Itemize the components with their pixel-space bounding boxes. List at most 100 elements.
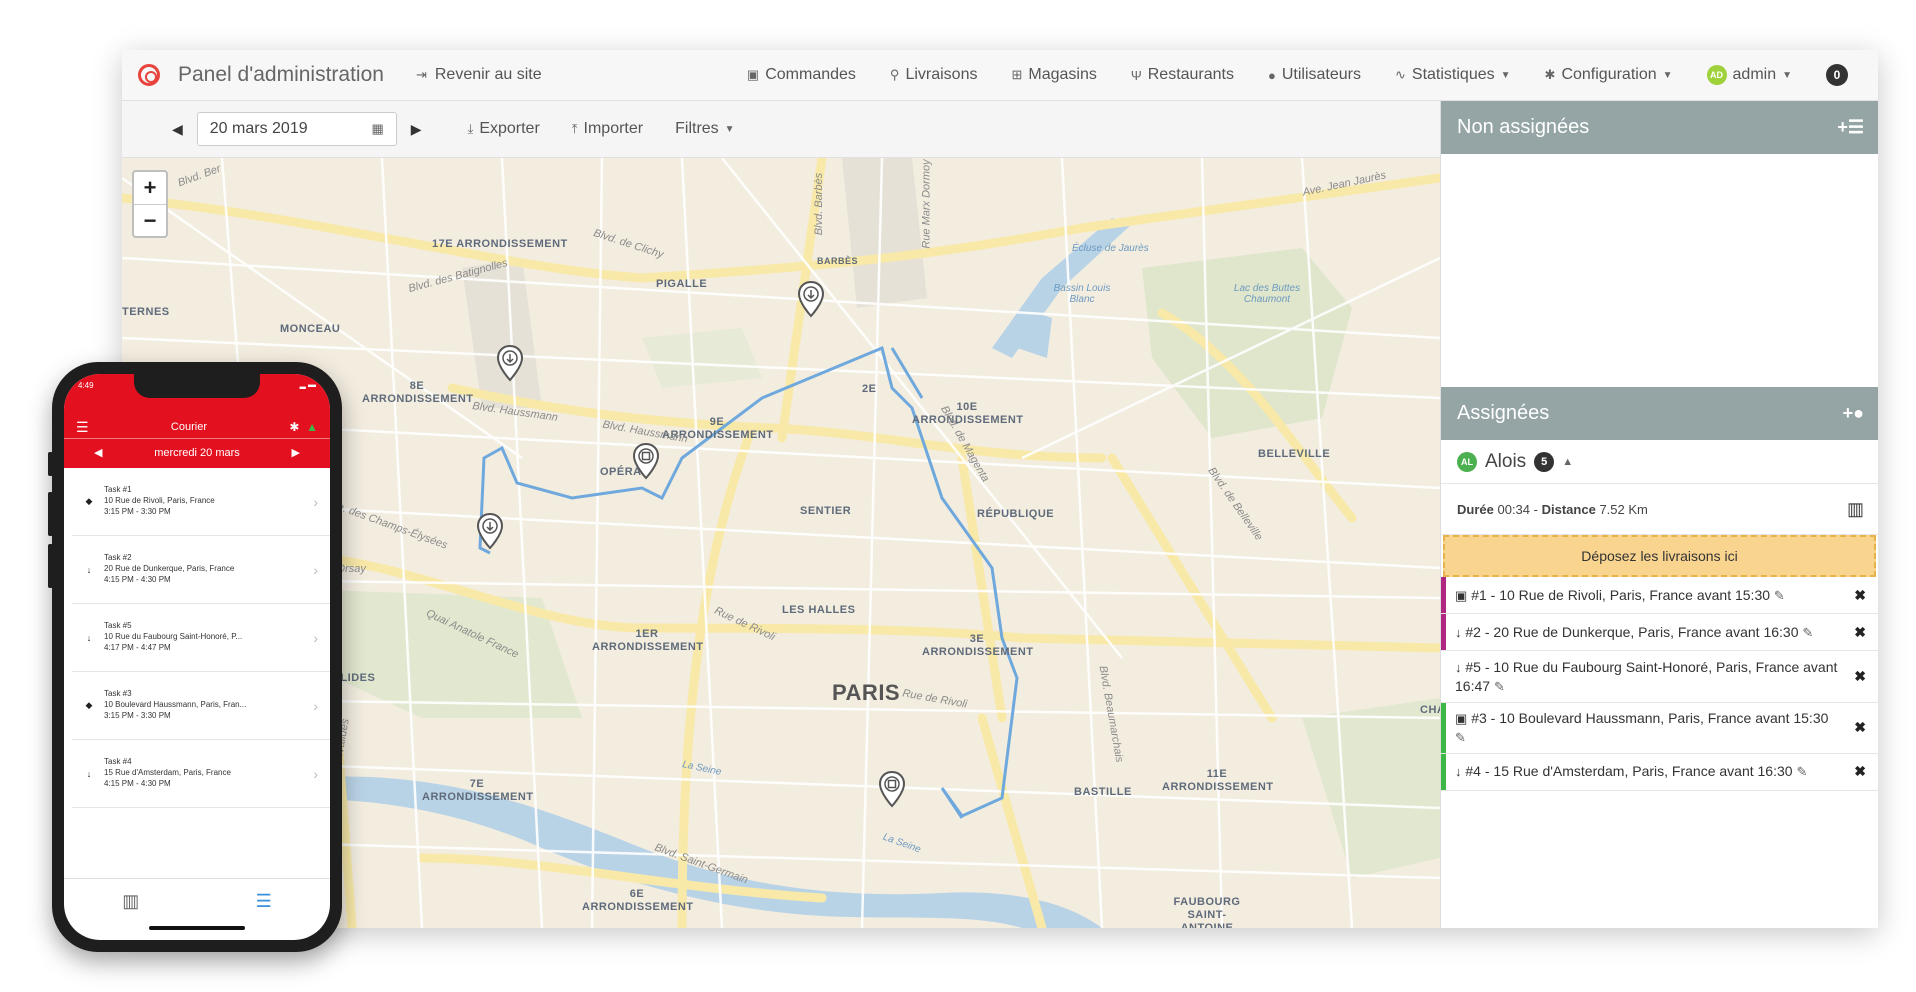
back-to-site-link[interactable]: ⇥ Revenir au site [416, 66, 542, 84]
nav-item-statistiques[interactable]: ∿ Statistiques ▼ [1395, 66, 1511, 84]
place-label: BASTILLE [1074, 786, 1132, 798]
list-item[interactable]: ↓ Task #4 15 Rue d'Amsterdam, Paris, Fra… [72, 740, 330, 808]
prev-day-icon[interactable]: ◀ [94, 446, 102, 459]
pencil-icon[interactable]: ✎ [1494, 678, 1505, 696]
task-row[interactable]: ↓ #4 - 15 Rue d'Amsterdam, Paris, France… [1441, 753, 1878, 791]
task-row[interactable]: ▣ #3 - 10 Boulevard Haussmann, Paris, Fr… [1441, 703, 1878, 754]
user-menu[interactable]: AD admin ▼ [1706, 65, 1792, 85]
remove-task-icon[interactable]: ✖ [1854, 762, 1866, 781]
task-time: 4:15 PM - 4:30 PM [104, 574, 171, 584]
filters-dropdown[interactable]: Filtres ▼ [675, 120, 734, 138]
unassigned-title: Non assignées [1457, 116, 1590, 138]
caret-up-icon[interactable]: ▲ [1562, 456, 1573, 468]
battery-icon: ▂ ▬ [299, 380, 316, 389]
nav-item-magasins[interactable]: ⊞ Magasins [1011, 66, 1096, 84]
caret-down-icon: ▼ [1500, 69, 1511, 81]
back-to-site-label: Revenir au site [434, 66, 542, 83]
task-row[interactable]: ▣ #1 - 10 Rue de Rivoli, Paris, France a… [1441, 577, 1878, 614]
pencil-icon[interactable]: ✎ [1774, 587, 1785, 605]
task-title: Task #2 [104, 553, 132, 563]
remove-task-icon[interactable]: ✖ [1854, 623, 1866, 642]
remove-task-icon[interactable]: ✖ [1854, 718, 1866, 737]
nav-item-utilisateurs[interactable]: ● Utilisateurs [1268, 66, 1361, 84]
arrow-down-icon: ↓ [1455, 764, 1462, 780]
list-item[interactable]: ↓ Task #5 10 Rue du Faubourg Saint-Honor… [72, 604, 330, 672]
pencil-icon[interactable]: ✎ [1796, 763, 1807, 781]
remove-task-icon[interactable]: ✖ [1854, 586, 1866, 605]
district-label: 3E ARRONDISSEMENT [922, 633, 1034, 659]
nav-item-label: Magasins [1028, 66, 1097, 83]
task-time: 3:15 PM - 3:30 PM [104, 710, 171, 720]
place-label: BELLEVILLE [1258, 448, 1331, 460]
task-label: #4 - 15 Rue d'Amsterdam, Paris, France a… [1465, 763, 1793, 780]
filters-label: Filtres [675, 120, 719, 137]
unassigned-list[interactable] [1441, 154, 1878, 387]
place-label: MONCEAU [280, 323, 341, 335]
stats-separator: - [1533, 501, 1538, 517]
prev-day-icon[interactable]: ◀ [158, 121, 197, 138]
drop-zone[interactable]: Déposez les livraisons ici [1443, 535, 1876, 577]
task-label: #1 - 10 Rue de Rivoli, Paris, France ava… [1471, 586, 1771, 603]
zoom-in-button[interactable]: + [134, 172, 166, 204]
place-label: FAUBOURG SAINT-ANTOINE [1173, 896, 1241, 928]
brand[interactable]: Panel d'administration [122, 63, 384, 87]
tasks-panel: Non assignées +☰ Assignées +● AL Alois 5… [1440, 101, 1878, 928]
avatar: AD [1706, 65, 1727, 85]
sign-out-icon: ⇥ [415, 67, 427, 82]
nav-item-restaurants[interactable]: Ψ Restaurants [1131, 66, 1234, 84]
export-button[interactable]: ⤓ Exporter [468, 120, 540, 138]
list-item[interactable]: ◆ Task #1 10 Rue de Rivoli, Paris, Franc… [72, 468, 330, 536]
map-icon[interactable]: ▥ [1847, 499, 1864, 520]
date-value: 20 mars 2019 [209, 120, 308, 137]
water-label: Écluse de Jaurès [1072, 243, 1149, 254]
nav-item-configuration[interactable]: ✱ Configuration ▼ [1545, 66, 1673, 84]
pencil-icon[interactable]: ✎ [1802, 624, 1813, 642]
phone-tab-bar: ▥ ☰ [64, 878, 330, 940]
cube-icon: ▣ [1455, 711, 1468, 726]
chevron-right-icon: › [313, 561, 318, 578]
menu-icon[interactable]: ☰ [76, 419, 89, 436]
courier-row[interactable]: AL Alois 5 ▲ [1441, 440, 1878, 484]
gear-icon[interactable]: ✱ [289, 420, 299, 434]
list-item[interactable]: ↓ Task #2 20 Rue de Dunkerque, Paris, Fr… [72, 536, 330, 604]
import-button[interactable]: ⤒ Importer [572, 120, 643, 138]
bicycle-icon: ⚲ [889, 67, 900, 82]
dropoff-pin-icon[interactable] [797, 280, 825, 318]
street-label: Rue Marx Dormoy [920, 159, 933, 249]
place-label: TERNES [122, 306, 170, 318]
notifications-button[interactable]: 0 [1826, 64, 1848, 86]
add-courier-icon[interactable]: +● [1843, 403, 1864, 424]
pickup-pin-icon[interactable] [878, 770, 906, 808]
upload-icon: ⤒ [571, 121, 578, 136]
list-item[interactable]: ◆ Task #3 10 Boulevard Haussmann, Paris,… [72, 672, 330, 740]
task-title: Task #5 [104, 621, 132, 631]
nav-item-label: Restaurants [1147, 66, 1234, 83]
list-tab-icon[interactable]: ☰ [256, 891, 272, 912]
task-info: Task #3 10 Boulevard Haussmann, Paris, F… [104, 689, 313, 721]
task-row[interactable]: ↓ #5 - 10 Rue du Faubourg Saint-Honoré, … [1441, 651, 1878, 703]
remove-task-icon[interactable]: ✖ [1854, 667, 1866, 686]
task-row[interactable]: ↓ #2 - 20 Rue de Dunkerque, Paris, Franc… [1441, 614, 1878, 651]
dropoff-pin-icon[interactable] [496, 344, 524, 382]
task-text: ↓ #2 - 20 Rue de Dunkerque, Paris, Franc… [1455, 623, 1854, 642]
pencil-icon[interactable]: ✎ [1455, 729, 1466, 747]
download-icon: ⤓ [467, 121, 474, 136]
arrow-down-icon: ↓ [86, 632, 92, 643]
date-picker-input[interactable]: 20 mars 2019 ▦ [196, 112, 397, 146]
cart-icon: ⊞ [1011, 67, 1023, 82]
status-icon[interactable]: ▲ [306, 420, 318, 434]
next-day-icon[interactable]: ▶ [292, 446, 300, 459]
add-task-icon[interactable]: +☰ [1837, 117, 1864, 138]
cube-icon: ◆ [85, 700, 93, 710]
phone-date: mercredi 20 mars [154, 446, 240, 459]
dropoff-pin-icon[interactable] [476, 512, 504, 550]
duration-label: Durée [1457, 501, 1494, 517]
task-time: 3:15 PM - 3:30 PM [104, 506, 171, 516]
zoom-out-button[interactable]: − [134, 204, 166, 236]
task-info: Task #5 10 Rue du Faubourg Saint-Honoré,… [104, 621, 313, 653]
nav-item-commandes[interactable]: ▣ Commandes [747, 66, 856, 84]
next-day-icon[interactable]: ▶ [397, 121, 436, 138]
export-label: Exporter [479, 120, 540, 137]
map-tab-icon[interactable]: ▥ [122, 891, 139, 912]
nav-item-livraisons[interactable]: ⚲ Livraisons [890, 66, 978, 84]
